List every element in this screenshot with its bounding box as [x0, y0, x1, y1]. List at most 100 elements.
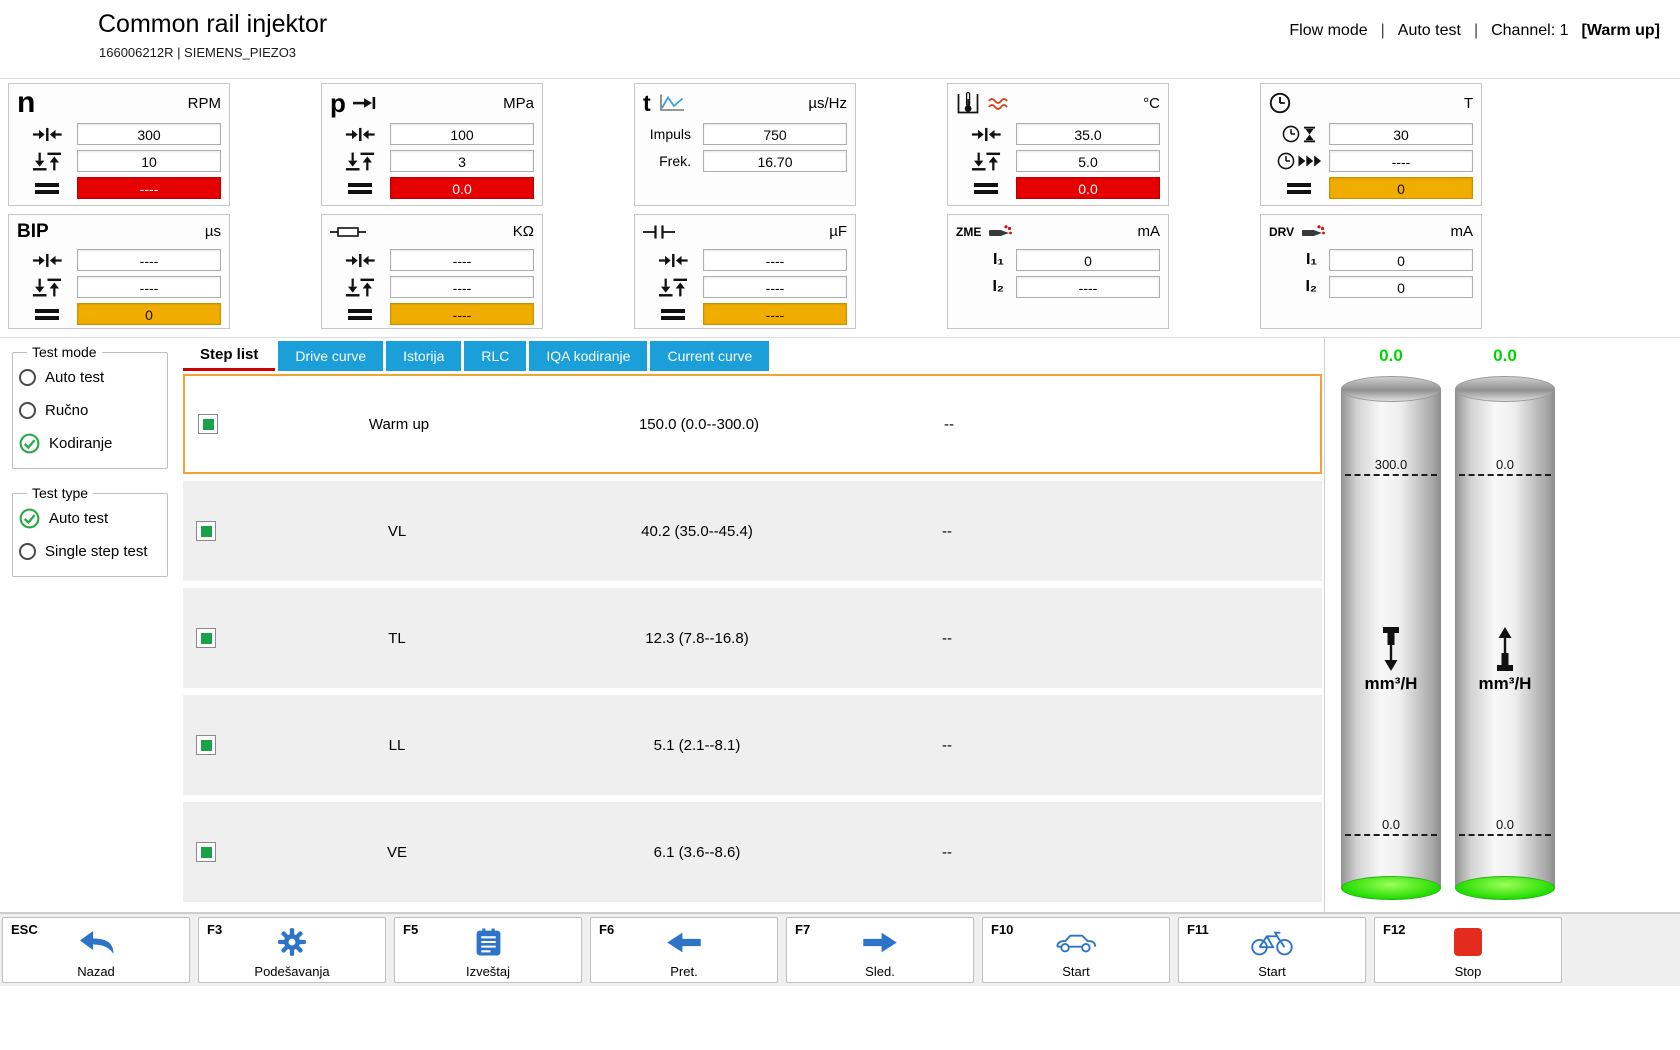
prethodni-button[interactable]: F6 Pret. — [590, 917, 778, 983]
arrow-left-icon — [591, 925, 777, 959]
step-checkbox[interactable] — [198, 414, 218, 434]
bip-symbol: BIP — [17, 221, 49, 243]
rpm-tolerance-field[interactable]: 10 — [77, 150, 221, 172]
fn-button-label: Start — [983, 964, 1169, 979]
tab-rlc[interactable]: RLC — [464, 341, 526, 371]
injector-spray-icon — [1301, 224, 1325, 240]
stop-button[interactable]: F12 Stop — [1374, 917, 1562, 983]
temperature-actual-field: 0.0 — [1016, 177, 1160, 199]
nazad-button[interactable]: ESC Nazad — [2, 917, 190, 983]
start-f10-button[interactable]: F10 Start — [982, 917, 1170, 983]
step-row-ll[interactable]: LL 5.1 (2.1--8.1) -- — [183, 695, 1322, 795]
fn-button-label: Stop — [1375, 964, 1561, 979]
test-mode-option-auto-test[interactable]: Auto test — [19, 361, 161, 394]
capacitance-panel: µF ---- ---- ---- — [634, 214, 856, 329]
test-type-group: Test type Auto test Single step test — [12, 485, 168, 577]
test-mode-label: Auto test — [1398, 22, 1461, 40]
pressure-tolerance-field[interactable]: 3 — [390, 150, 534, 172]
test-type-option-auto-test[interactable]: Auto test — [19, 502, 161, 535]
step-result: -- — [847, 844, 1047, 861]
step-checkbox[interactable] — [196, 521, 216, 541]
pressure-setpoint-field[interactable]: 100 — [390, 123, 534, 145]
tab-step-list[interactable]: Step list — [183, 341, 275, 371]
scale-min-mark: 0.0 — [1459, 834, 1551, 836]
check-circle-icon[interactable] — [19, 433, 40, 454]
fn-button-label: Pret. — [591, 964, 777, 979]
tab-drive-curve[interactable]: Drive curve — [278, 341, 383, 371]
status-badge: [Warm up] — [1581, 22, 1660, 40]
timer-setpoint-field[interactable]: 30 — [1329, 123, 1473, 145]
tab-istorija[interactable]: Istorija — [386, 341, 461, 371]
temperature-setpoint-field[interactable]: 35.0 — [1016, 123, 1160, 145]
gear-icon — [199, 925, 385, 959]
arrow-right-icon — [787, 925, 973, 959]
step-checkbox[interactable] — [196, 628, 216, 648]
test-mode-group: Test mode Auto test Ručno Kodiranje — [12, 344, 168, 469]
test-mode-option-kodiranje[interactable]: Kodiranje — [19, 427, 161, 460]
step-row-ve[interactable]: VE 6.1 (3.6--8.6) -- — [183, 802, 1322, 902]
timer-run-icon — [1269, 152, 1329, 170]
impuls-field[interactable]: 750 — [703, 123, 847, 145]
zme-unit: mA — [1138, 223, 1161, 240]
thermometer-icon — [956, 91, 980, 115]
option-label: Auto test — [49, 510, 108, 527]
option-label: Ručno — [45, 402, 88, 419]
pressure-arrow-icon — [353, 96, 377, 110]
rpm-actual-field: ---- — [77, 177, 221, 199]
setpoint-icon — [17, 253, 77, 268]
scale-max-mark: 0.0 — [1459, 474, 1551, 476]
capacitance-setpoint-field[interactable]: ---- — [703, 249, 847, 271]
sledeci-button[interactable]: F7 Sled. — [786, 917, 974, 983]
bip-tolerance-field[interactable]: ---- — [77, 276, 221, 298]
bip-panel: BIP µs ---- ---- 0 — [8, 214, 230, 329]
tab-iqa-kodiranje[interactable]: IQA kodiranje — [529, 341, 647, 371]
resistance-panel: KΩ ---- ---- ---- — [321, 214, 543, 329]
radio-icon[interactable] — [19, 369, 36, 386]
fluid-level — [1341, 876, 1441, 900]
cylinder-top — [1455, 376, 1555, 402]
fn-button-label: Izveštaj — [395, 964, 581, 979]
return-meter-cylinder: 0.0 mm³/H 0.0 — [1455, 376, 1555, 900]
step-result: -- — [847, 630, 1047, 647]
bip-setpoint-field[interactable]: ---- — [77, 249, 221, 271]
step-row-warm-up[interactable]: Warm up 150.0 (0.0--300.0) -- — [183, 374, 1322, 474]
resistance-setpoint-field[interactable]: ---- — [390, 249, 534, 271]
step-name: TL — [247, 630, 547, 647]
test-type-option-single-step[interactable]: Single step test — [19, 535, 161, 568]
function-key-bar: ESC Nazad F3 Podešavanja F5 Izveštaj F6 … — [0, 912, 1680, 986]
frek-field[interactable]: 16.70 — [703, 150, 847, 172]
podesavanja-button[interactable]: F3 Podešavanja — [198, 917, 386, 983]
check-circle-icon[interactable] — [19, 508, 40, 529]
actual-value-icon — [1269, 182, 1329, 195]
test-type-title: Test type — [27, 485, 93, 501]
injector-id: 166006212R | SIEMENS_PIEZO3 — [99, 45, 296, 60]
timer-run-field[interactable]: ---- — [1329, 150, 1473, 172]
resistance-tolerance-field[interactable]: ---- — [390, 276, 534, 298]
tab-current-curve[interactable]: Current curve — [650, 341, 769, 371]
start-f11-button[interactable]: F11 Start — [1178, 917, 1366, 983]
step-checkbox[interactable] — [196, 842, 216, 862]
capacitance-actual-field: ---- — [703, 303, 847, 325]
rpm-setpoint-field[interactable]: 300 — [77, 123, 221, 145]
drv-i1-field: 0 — [1329, 249, 1473, 271]
tolerance-icon — [330, 278, 390, 297]
header-status-bar: Flow mode | Auto test | Channel: 1 [Warm… — [1289, 22, 1660, 40]
test-mode-option-rucno[interactable]: Ručno — [19, 394, 161, 427]
step-row-vl[interactable]: VL 40.2 (35.0--45.4) -- — [183, 481, 1322, 581]
flow-unit-label: mm³/H — [1455, 674, 1555, 694]
setpoint-icon — [17, 127, 77, 142]
flow-meter-value: 0.0 — [1341, 346, 1441, 366]
fluid-level — [1455, 876, 1555, 900]
separator: | — [1474, 22, 1478, 40]
izvestaj-button[interactable]: F5 Izveštaj — [394, 917, 582, 983]
step-row-tl[interactable]: TL 12.3 (7.8--16.8) -- — [183, 588, 1322, 688]
tolerance-icon — [330, 152, 390, 171]
radio-icon[interactable] — [19, 543, 36, 560]
car-icon — [983, 925, 1169, 959]
radio-icon[interactable] — [19, 402, 36, 419]
temperature-tolerance-field[interactable]: 5.0 — [1016, 150, 1160, 172]
capacitance-tolerance-field[interactable]: ---- — [703, 276, 847, 298]
step-checkbox[interactable] — [196, 735, 216, 755]
bicycle-icon — [1179, 925, 1365, 959]
heat-waves-icon — [987, 96, 1009, 111]
